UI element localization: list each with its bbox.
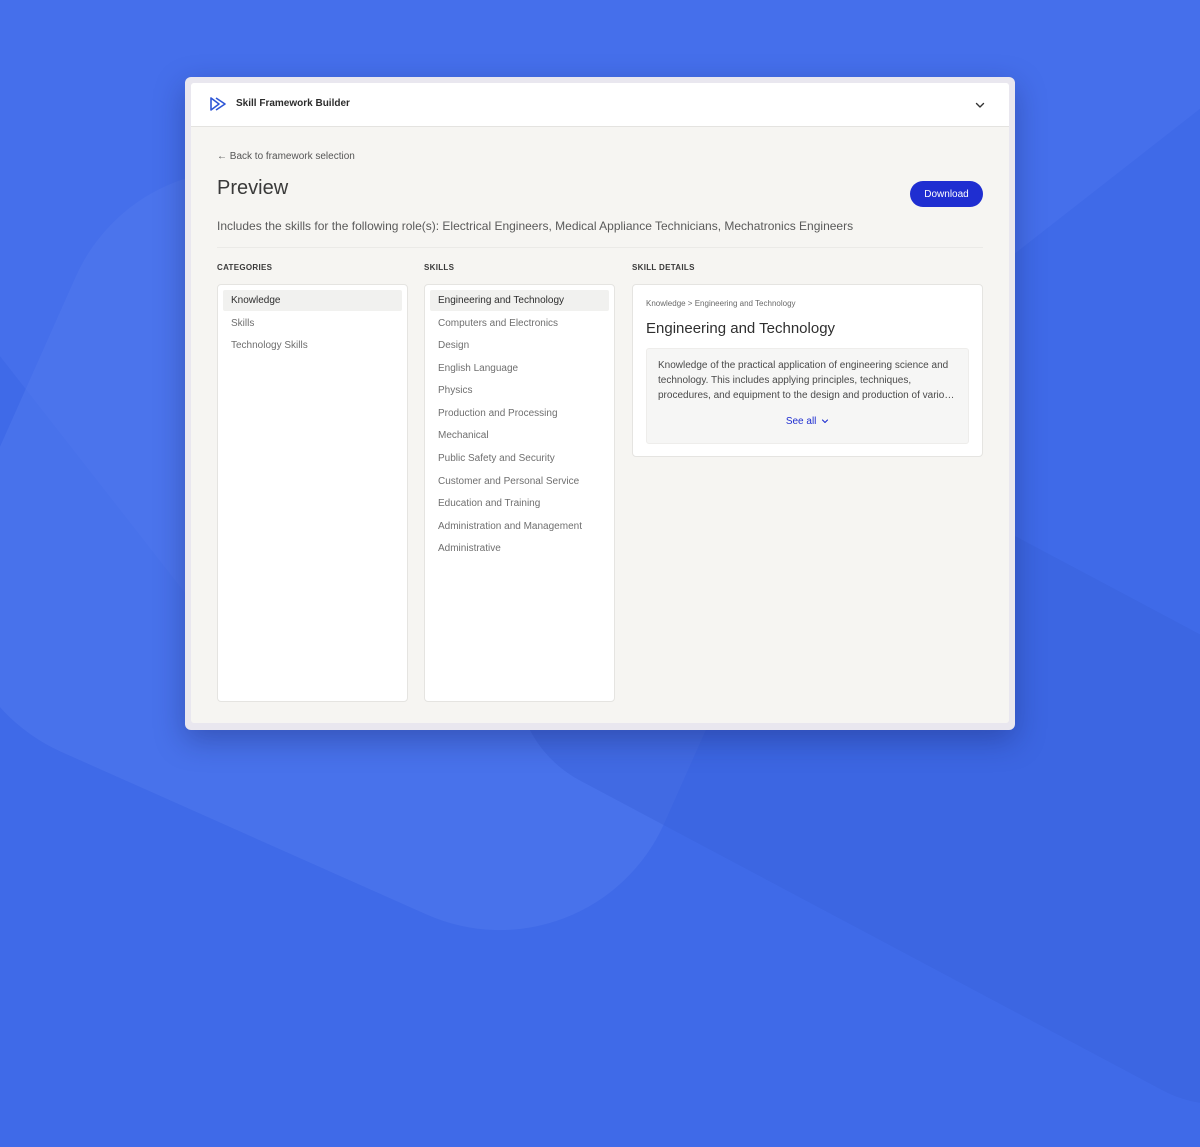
skill-item[interactable]: Production and Processing [430, 403, 609, 424]
skill-breadcrumb: Knowledge > Engineering and Technology [646, 299, 796, 308]
chevron-down-icon [822, 419, 829, 424]
skill-description: Knowledge of the practical application o… [658, 360, 955, 401]
skills-heading: SKILLS [424, 263, 455, 272]
category-item-knowledge[interactable]: Knowledge [223, 290, 402, 311]
roles-description: Includes the skills for the following ro… [217, 219, 854, 233]
skill-item[interactable]: Administrative [430, 538, 609, 559]
main-content: ← Back to framework selection Preview Do… [217, 127, 983, 723]
page-title: Preview [217, 177, 289, 199]
see-all-button[interactable]: See all [647, 416, 968, 427]
top-bar: Skill Framework Builder [191, 83, 1009, 127]
skill-description-box: Knowledge of the practical application o… [646, 348, 969, 444]
skill-detail-title: Engineering and Technology [646, 320, 836, 337]
skill-item[interactable]: Mechanical [430, 425, 609, 446]
skill-item[interactable]: Customer and Personal Service [430, 471, 609, 492]
back-to-framework-selection-link[interactable]: ← Back to framework selection [217, 151, 355, 162]
categories-panel: Knowledge Skills Technology Skills [217, 284, 408, 702]
app-title: Skill Framework Builder [236, 98, 350, 109]
skill-item[interactable]: Administration and Management [430, 516, 609, 537]
skill-details-heading: SKILL DETAILS [632, 263, 695, 272]
play-outline-logo-icon [210, 97, 226, 111]
skill-item[interactable]: Public Safety and Security [430, 448, 609, 469]
categories-heading: CATEGORIES [217, 263, 273, 272]
download-button[interactable]: Download [910, 181, 983, 207]
see-all-label: See all [785, 416, 817, 427]
skill-item[interactable]: Engineering and Technology [430, 290, 609, 311]
app-window: Skill Framework Builder ← Back to framew… [191, 83, 1009, 723]
skill-item[interactable]: Computers and Electronics [430, 313, 609, 334]
category-item-skills[interactable]: Skills [223, 313, 402, 334]
skills-panel: Engineering and Technology Computers and… [424, 284, 615, 702]
divider [217, 247, 983, 248]
chevron-down-icon[interactable] [973, 98, 987, 112]
skill-item[interactable]: Design [430, 335, 609, 356]
skill-details-panel: Knowledge > Engineering and Technology E… [632, 284, 983, 457]
app-window-frame: Skill Framework Builder ← Back to framew… [185, 77, 1015, 730]
category-item-technology-skills[interactable]: Technology Skills [223, 335, 402, 356]
skill-item[interactable]: Physics [430, 380, 609, 401]
skill-item[interactable]: Education and Training [430, 493, 609, 514]
skill-item[interactable]: English Language [430, 358, 609, 379]
